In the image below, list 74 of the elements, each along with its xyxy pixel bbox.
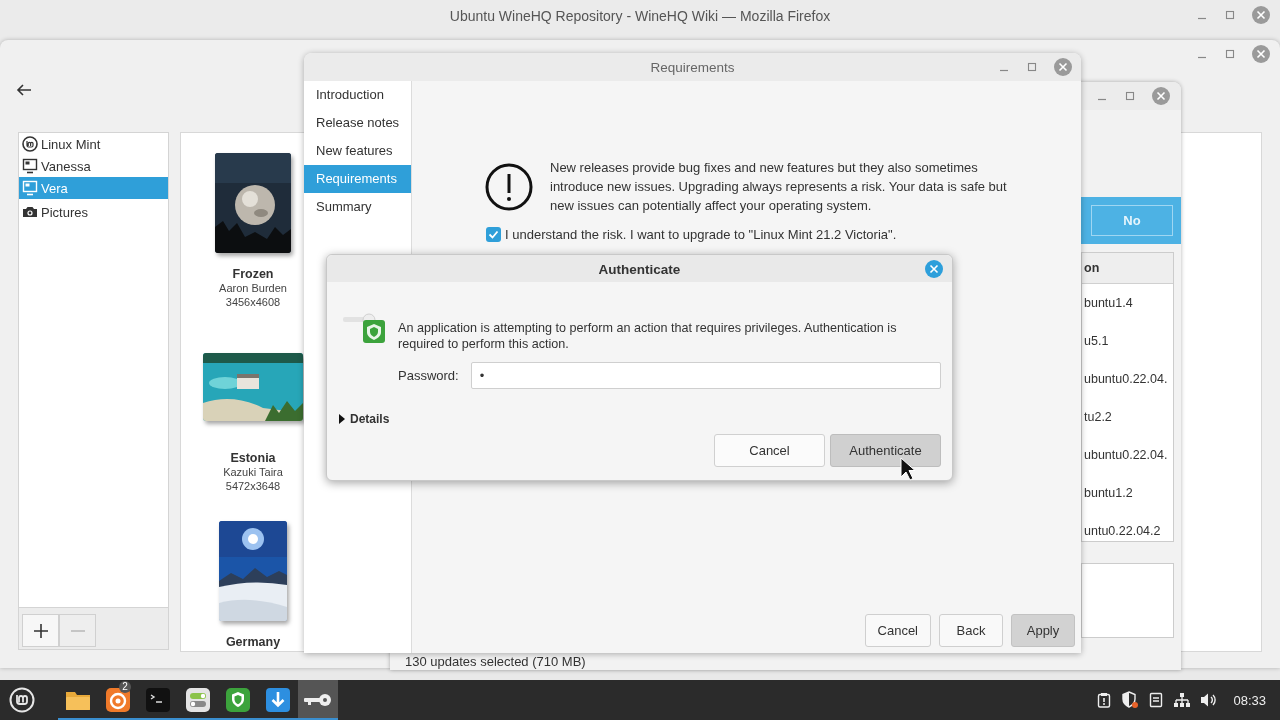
clipboard-icon[interactable] — [1096, 692, 1113, 708]
add-button[interactable] — [22, 614, 59, 647]
dialog-button[interactable]: Cancel — [714, 434, 825, 467]
volume-icon[interactable] — [1200, 692, 1219, 708]
maximize-icon[interactable] — [1224, 9, 1236, 21]
sidebar-item[interactable]: Pictures — [19, 201, 168, 223]
checkbox[interactable] — [486, 227, 501, 242]
column-header: on — [1082, 253, 1173, 284]
password-field[interactable]: • — [470, 362, 941, 389]
add-icon — [33, 623, 48, 638]
key-shield-icon — [343, 312, 387, 344]
maximize-icon[interactable] — [1124, 90, 1136, 102]
version-cell-text: untu0.22.04.2 — [1083, 523, 1162, 540]
version-cell-text: ubuntu0.22.04. — [1083, 371, 1169, 388]
version-cell-text: buntu1.4 — [1083, 295, 1134, 312]
taskbar-app[interactable] — [298, 680, 338, 720]
version-cell-text: tu2.2 — [1083, 409, 1113, 426]
mint-logo-icon — [22, 136, 38, 152]
download-icon — [266, 688, 290, 712]
terminal-icon — [146, 688, 170, 712]
shield-icon — [226, 688, 250, 712]
close-icon[interactable] — [925, 259, 943, 278]
network-icon[interactable] — [1173, 692, 1192, 708]
taskbar-app[interactable]: 2 — [98, 680, 138, 720]
mint-menu-icon[interactable] — [9, 687, 35, 713]
back-arrow-icon[interactable] — [16, 82, 32, 98]
wallpaper-name: Estonia — [230, 451, 276, 465]
step-item[interactable]: Summary — [304, 193, 411, 221]
details-toggle[interactable]: Details — [350, 412, 390, 426]
close-icon[interactable] — [1252, 6, 1270, 24]
close-icon[interactable] — [1152, 87, 1170, 105]
toggles-icon — [186, 688, 210, 712]
dialog-button[interactable]: Authenticate — [830, 434, 941, 467]
close-icon[interactable] — [1252, 45, 1270, 63]
warning-message: New releases provide bug fixes and new features but they also sometimes introduce new issues. Upgrading always represents a risk. Your data is safe but new issues can potentially affect your operating system. — [550, 159, 1008, 215]
wallpaper-name: Frozen — [232, 267, 274, 281]
password-label: Password: — [398, 368, 459, 383]
notification-badge: 2 — [119, 681, 131, 693]
status-text: 130 updates selected (710 MB) — [405, 654, 586, 669]
sidebar-item[interactable]: Vanessa — [19, 155, 168, 177]
maximize-icon[interactable] — [1224, 48, 1236, 60]
window-title: Requirements — [650, 60, 735, 75]
step-item[interactable]: New features — [304, 137, 411, 165]
remove-icon — [70, 629, 85, 632]
maximize-icon[interactable] — [1026, 61, 1038, 73]
shield-icon[interactable] — [1121, 691, 1140, 709]
close-icon[interactable] — [1054, 58, 1072, 76]
clock[interactable]: 08:33 — [1233, 692, 1266, 708]
wallpaper-author: Kazuki Taira — [223, 465, 283, 479]
warning-icon — [485, 162, 533, 211]
monitor-icon — [22, 180, 38, 196]
disclosure-triangle-icon[interactable] — [338, 414, 346, 424]
key-icon — [304, 692, 332, 708]
dialog-button[interactable]: Back — [939, 614, 1003, 647]
wallpaper-author: Aaron Burden — [219, 281, 287, 295]
checkbox-label: I understand the risk. I want to upgrade to "Linux Mint 21.2 Victoria". — [505, 227, 897, 242]
camera-icon — [22, 204, 38, 220]
step-item[interactable]: Introduction — [304, 81, 411, 109]
wallpaper-size: 3456x4608 — [225, 295, 281, 309]
step-item[interactable]: Release notes — [304, 109, 411, 137]
dialog-title: Authenticate — [598, 262, 681, 277]
dialog-button[interactable]: Cancel — [864, 614, 931, 647]
wallpaper-size: 5472x3648 — [225, 479, 281, 493]
document-icon[interactable] — [1148, 692, 1165, 708]
dialog-button[interactable]: Apply — [1011, 614, 1075, 647]
auth-message: An application is attempting to perform an action that requires privileges. Authentication is required to perform this action. — [398, 320, 898, 352]
version-cell-text: u5.1 — [1083, 333, 1110, 350]
version-cell-text: buntu1.2 — [1083, 485, 1134, 502]
wallpaper-name: Germany — [225, 635, 281, 649]
browser-icon — [106, 688, 130, 712]
version-cell-text: ubuntu0.22.04. — [1083, 447, 1169, 464]
window-title: Ubuntu WineHQ Repository - WineHQ Wiki — Mozilla Firefox — [449, 8, 831, 24]
monitor-icon — [22, 158, 38, 174]
sidebar-item[interactable]: Linux Mint — [19, 133, 168, 155]
